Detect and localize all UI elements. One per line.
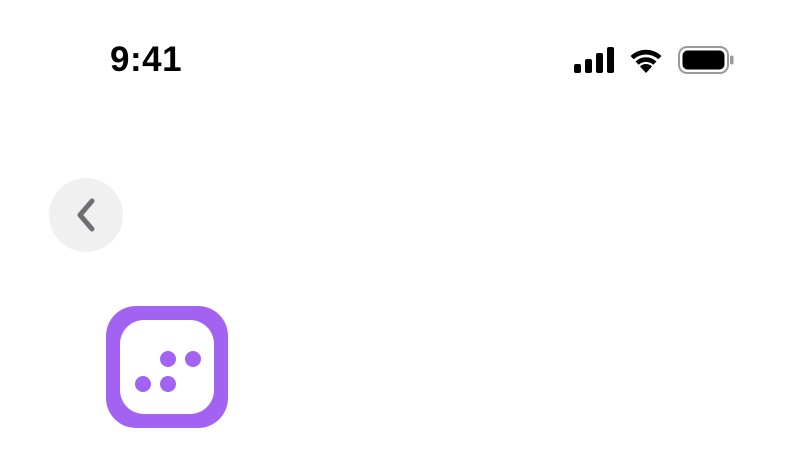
- status-time: 9:41: [110, 40, 183, 79]
- screen: 9:41: [0, 0, 800, 450]
- wifi-icon: [628, 47, 664, 73]
- signal-icon: [574, 47, 614, 73]
- chevron-left-icon: [74, 197, 98, 233]
- back-button[interactable]: [49, 178, 123, 252]
- status-icons: [574, 44, 734, 76]
- battery-icon: [678, 46, 734, 74]
- app-logo-dots-icon: [106, 306, 228, 428]
- status-bar: 9:41: [0, 0, 800, 110]
- app-icon: [106, 306, 228, 428]
